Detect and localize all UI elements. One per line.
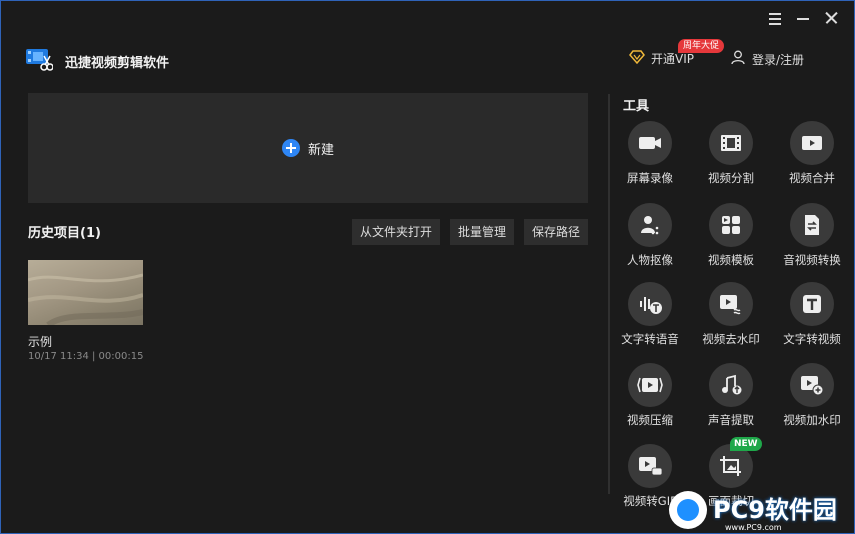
tool-audio-extract[interactable]: 声音提取 xyxy=(692,363,770,428)
tool-label: 声音提取 xyxy=(708,413,754,427)
tool-label: 视频加水印 xyxy=(783,413,841,427)
tool-screen-record[interactable]: 屏幕录像 xyxy=(611,121,689,186)
new-badge: NEW xyxy=(730,437,762,451)
new-project-button[interactable]: 新建 xyxy=(28,93,588,203)
login-label: 登录/注册 xyxy=(752,52,805,67)
tool-label: 文字转语音 xyxy=(621,332,679,346)
user-icon xyxy=(731,50,745,68)
tool-text-to-video[interactable]: 文字转视频 xyxy=(773,282,851,347)
project-name: 示例 xyxy=(28,335,53,349)
add-watermark-icon xyxy=(790,363,834,407)
brand: 迅捷视频剪辑软件 xyxy=(25,46,169,76)
project-meta: 10/17 11:34 | 00:00:15 xyxy=(28,351,144,362)
site-watermark: PC9软件园 www.PC9.com xyxy=(669,487,854,533)
tools-title: 工具 xyxy=(623,99,650,114)
template-icon xyxy=(709,203,753,247)
tool-label: 视频去水印 xyxy=(702,332,760,346)
tool-text-to-speech[interactable]: 文字转语音 xyxy=(611,282,689,347)
camera-icon xyxy=(628,121,672,165)
app-title: 迅捷视频剪辑软件 xyxy=(65,55,170,71)
watermark-text: PC9软件园 xyxy=(713,496,837,524)
close-icon[interactable] xyxy=(824,11,838,25)
menu-icon[interactable] xyxy=(768,11,782,25)
new-project-label: 新建 xyxy=(307,142,334,158)
tool-add-watermark[interactable]: 视频加水印 xyxy=(773,363,851,428)
watermark-logo-icon xyxy=(669,491,707,529)
remove-watermark-icon xyxy=(709,282,753,326)
minimize-icon[interactable] xyxy=(796,11,810,25)
watermark-url: www.PC9.com xyxy=(725,523,782,532)
film-split-icon xyxy=(709,121,753,165)
gif-icon xyxy=(628,444,672,488)
tool-av-convert[interactable]: 音视频转换 xyxy=(773,203,851,268)
tool-label: 视频模板 xyxy=(708,253,754,267)
play-merge-icon xyxy=(790,121,834,165)
history-actions: 从文件夹打开 批量管理 保存路径 xyxy=(352,219,589,245)
tool-label: 音视频转换 xyxy=(783,253,841,267)
promo-badge: 周年大促 xyxy=(678,39,725,53)
app-window: 迅捷视频剪辑软件 开通VIP 周年大促 登录/注册 新建 历史项目(1) 从文件… xyxy=(0,0,855,534)
app-logo-icon xyxy=(25,46,54,76)
tool-video-split[interactable]: 视频分割 xyxy=(692,121,770,186)
compress-icon xyxy=(628,363,672,407)
save-path-button[interactable]: 保存路径 xyxy=(524,219,589,245)
login-button[interactable]: 登录/注册 xyxy=(731,50,804,68)
person-cutout-icon xyxy=(628,203,672,247)
window-controls xyxy=(768,11,838,25)
tool-video-template[interactable]: 视频模板 xyxy=(692,203,770,268)
tool-video-compress[interactable]: 视频压缩 xyxy=(611,363,689,428)
tool-label: 屏幕录像 xyxy=(627,171,673,185)
text-to-video-icon xyxy=(790,282,834,326)
open-folder-button[interactable]: 从文件夹打开 xyxy=(352,219,441,245)
project-thumbnail[interactable] xyxy=(28,260,143,325)
plus-icon xyxy=(281,139,300,157)
history-title: 历史项目(1) xyxy=(28,226,101,241)
tool-label: 文字转视频 xyxy=(783,332,841,346)
batch-manage-button[interactable]: 批量管理 xyxy=(450,219,515,245)
tool-video-merge[interactable]: 视频合并 xyxy=(773,121,851,186)
music-extract-icon xyxy=(709,363,753,407)
tool-label: 视频合并 xyxy=(789,171,835,185)
panel-divider xyxy=(608,94,610,494)
tool-person-cutout[interactable]: 人物抠像 xyxy=(611,203,689,268)
tool-remove-watermark[interactable]: 视频去水印 xyxy=(692,282,770,347)
file-convert-icon xyxy=(790,203,834,247)
tool-label: 人物抠像 xyxy=(627,253,673,267)
text-to-speech-icon xyxy=(628,282,672,326)
tool-label: 视频分割 xyxy=(708,171,754,185)
tool-label: 视频压缩 xyxy=(627,413,673,427)
diamond-icon xyxy=(629,50,645,67)
